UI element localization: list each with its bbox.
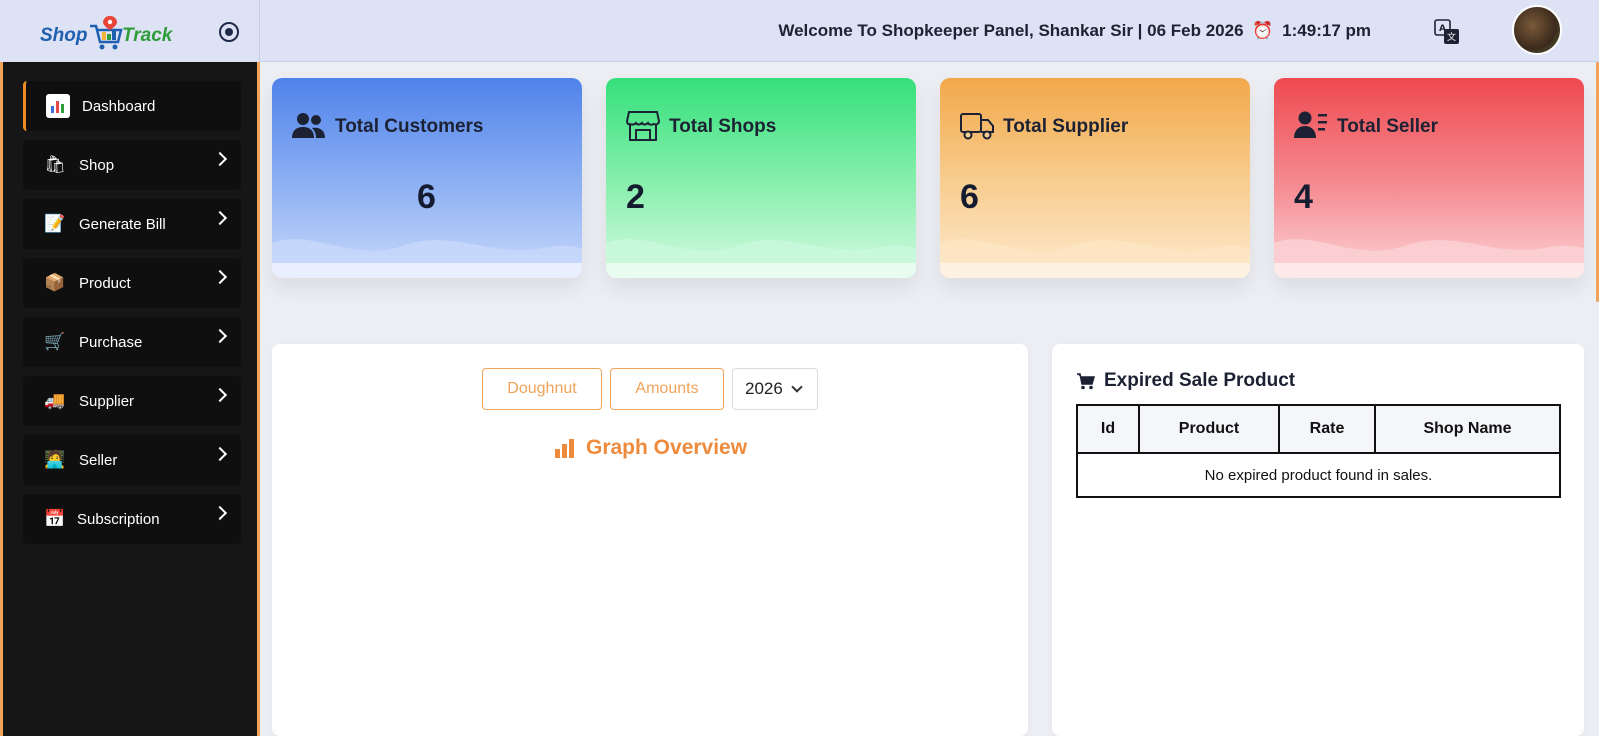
bar-chart-icon — [555, 439, 574, 458]
column-header-rate: Rate — [1278, 404, 1376, 454]
card-wave-decoration — [606, 239, 916, 278]
expired-sale-panel — [1052, 344, 1584, 736]
sidebar-item-dashboard[interactable]: Dashboard — [23, 81, 241, 131]
card-title: Total Supplier — [1003, 116, 1129, 137]
welcome-banner: Welcome To Shopkeeper Panel, Shankar Sir… — [778, 21, 1371, 41]
top-header: Shop Track Welcome To Shopkeeper Panel, … — [0, 0, 1599, 62]
logo-text-track: Track — [122, 25, 173, 46]
expired-sale-table: Id Product Rate Shop Name No expired pro… — [1076, 404, 1561, 498]
sidebar-item-label: Seller — [79, 451, 118, 469]
graph-title-text: Graph Overview — [586, 436, 748, 459]
card-wave-decoration — [940, 239, 1250, 278]
sidebar-toggle-button[interactable] — [219, 22, 239, 42]
card-wave-decoration — [1274, 239, 1584, 278]
card-title: Total Shops — [669, 116, 777, 137]
expired-sale-title-text: Expired Sale Product — [1104, 370, 1296, 391]
cart-logo-icon — [90, 16, 123, 50]
translate-icon[interactable]: A 文 — [1434, 19, 1460, 45]
card-title: Total Customers — [335, 116, 484, 137]
chevron-down-icon — [791, 381, 803, 393]
sidebar-item-product[interactable]: 📦 Product — [23, 258, 241, 308]
memo-icon: 📝 — [44, 214, 66, 233]
sidebar-item-supplier[interactable]: 🚚 Supplier — [23, 376, 241, 426]
sidebar-item-generate-bill[interactable]: 📝 Generate Bill — [23, 199, 241, 249]
current-time: 1:49:17 pm — [1282, 21, 1371, 40]
sidebar-item-subscription[interactable]: 📅 Subscription — [23, 494, 241, 544]
welcome-text: Welcome To Shopkeeper Panel, Shankar Sir… — [778, 21, 1244, 40]
calendar-icon: 📅 — [44, 509, 66, 528]
chart-icon — [46, 94, 70, 118]
stat-card-customers[interactable]: Total Customers 6 — [272, 78, 582, 278]
chevron-right-icon — [212, 387, 228, 403]
logo-area: Shop Track — [0, 0, 260, 62]
alarm-clock-icon: ⏰ — [1252, 21, 1274, 40]
users-icon — [292, 113, 325, 138]
sidebar-item-label: Dashboard — [82, 97, 156, 115]
svg-text:文: 文 — [1447, 31, 1456, 43]
sidebar-item-shop[interactable]: 🛍 Shop — [23, 140, 241, 190]
seller-icon: 🧑‍💻 — [44, 450, 66, 469]
stat-card-supplier[interactable]: Total Supplier 6 — [940, 78, 1250, 278]
sidebar: Dashboard 🛍 Shop 📝 Generate Bill 📦 Produ… — [0, 62, 260, 736]
column-header-id: Id — [1076, 404, 1140, 454]
chevron-right-icon — [212, 446, 228, 462]
truck-icon: 🚚 — [44, 391, 66, 410]
graph-overview-title: Graph Overview — [554, 436, 747, 460]
year-select[interactable]: 2026 — [732, 368, 818, 410]
user-avatar[interactable] — [1512, 5, 1562, 55]
truck-icon — [960, 113, 994, 140]
chevron-right-icon — [212, 328, 228, 344]
empty-table-message: No expired product found in sales. — [1076, 452, 1561, 498]
sidebar-item-seller[interactable]: 🧑‍💻 Seller — [23, 435, 241, 485]
column-header-shop-name: Shop Name — [1374, 404, 1561, 454]
sidebar-item-label: Generate Bill — [79, 215, 166, 233]
user-list-icon — [1294, 111, 1327, 138]
shoptrack-logo[interactable]: Shop Track — [40, 10, 175, 52]
logo-text-shop: Shop — [40, 25, 88, 46]
stat-card-shops[interactable]: Total Shops 2 — [606, 78, 916, 278]
sidebar-item-purchase[interactable]: 🛒 Purchase — [23, 317, 241, 367]
chevron-right-icon — [212, 210, 228, 226]
cart-icon — [1077, 373, 1095, 390]
table-row: No expired product found in sales. — [1076, 452, 1561, 498]
sidebar-item-label: Product — [79, 274, 131, 292]
sidebar-item-label: Shop — [79, 156, 115, 174]
card-title: Total Seller — [1337, 116, 1439, 137]
sidebar-item-label: Subscription — [77, 510, 160, 528]
package-icon: 📦 — [44, 273, 66, 292]
amounts-button[interactable]: Amounts — [610, 368, 724, 410]
chevron-right-icon — [212, 151, 228, 167]
stat-card-seller[interactable]: Total Seller 4 — [1274, 78, 1584, 278]
column-header-product: Product — [1138, 404, 1280, 454]
table-header-row: Id Product Rate Shop Name — [1076, 404, 1561, 454]
sidebar-item-label: Purchase — [79, 333, 143, 351]
shopping-bags-icon: 🛍 — [44, 155, 66, 174]
chevron-right-icon — [212, 505, 228, 521]
expired-sale-title: Expired Sale Product — [1077, 370, 1295, 392]
card-wave-decoration — [272, 239, 582, 278]
doughnut-button[interactable]: Doughnut — [482, 368, 602, 410]
cart-icon: 🛒 — [44, 332, 66, 351]
chevron-right-icon — [212, 269, 228, 285]
sidebar-item-label: Supplier — [79, 392, 135, 410]
year-select-value: 2026 — [745, 379, 783, 398]
store-icon — [626, 111, 660, 141]
